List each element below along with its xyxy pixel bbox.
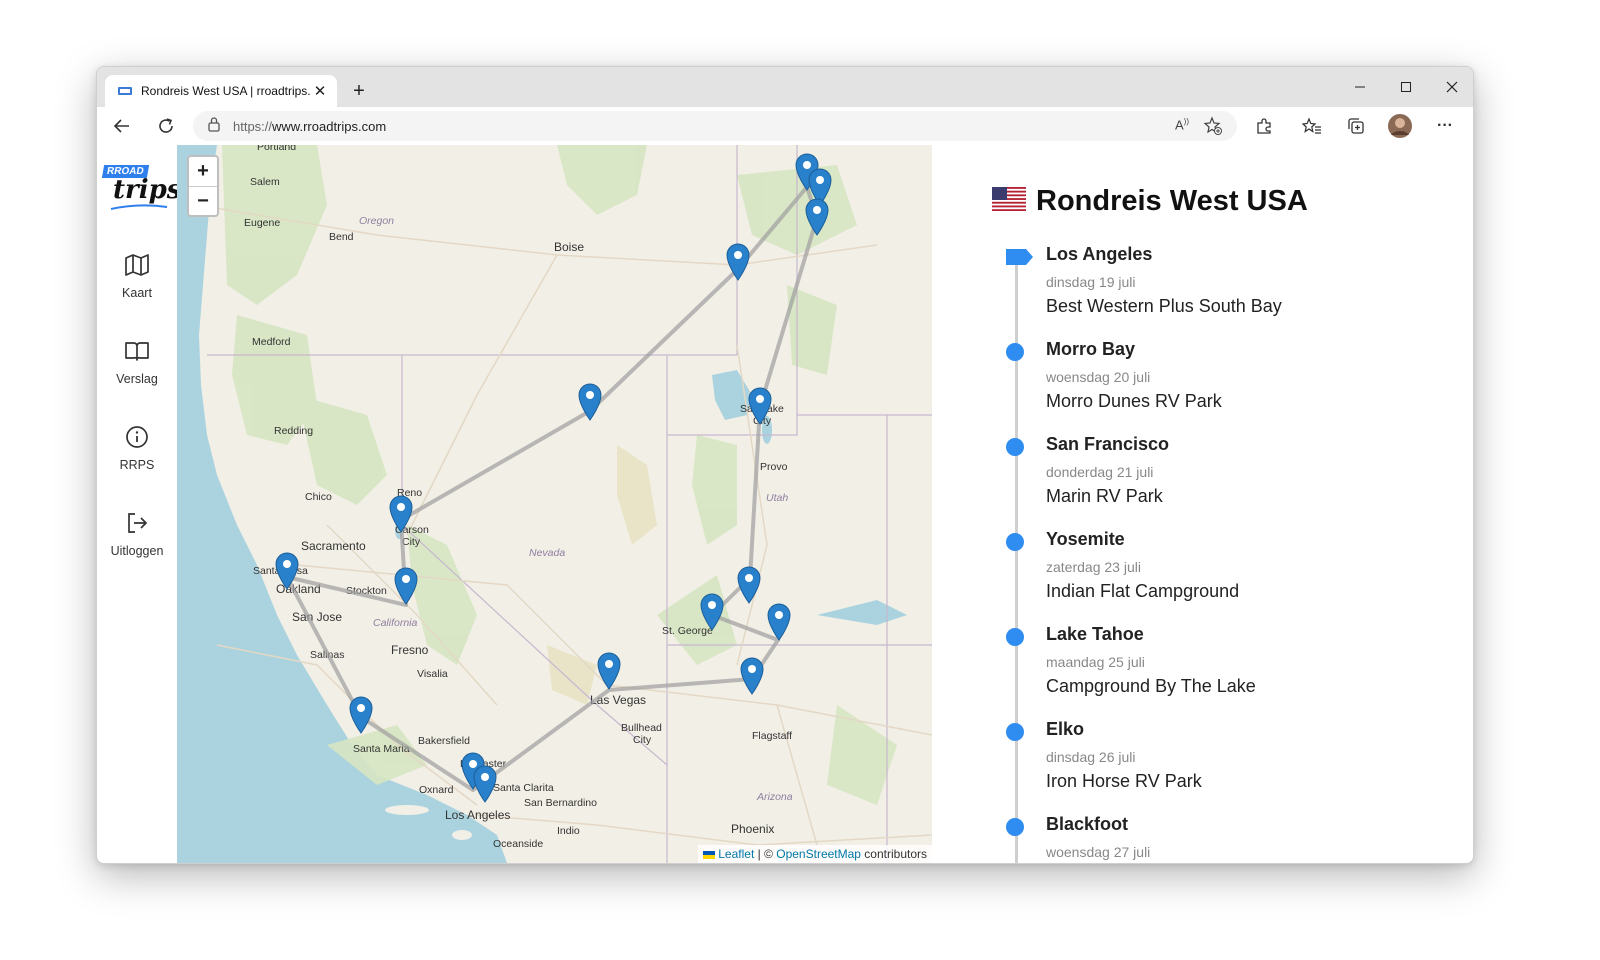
zoom-in-button[interactable]: + [189, 157, 217, 187]
stop-date: zaterdag 23 juli [1046, 559, 1141, 575]
map-marker[interactable] [805, 198, 829, 236]
add-favorite-icon[interactable] [1203, 116, 1223, 141]
reload-button[interactable] [151, 111, 181, 141]
close-tab-icon[interactable]: ✕ [311, 82, 329, 100]
map-marker[interactable] [740, 657, 764, 695]
logout-icon [125, 511, 149, 540]
sidebar-item-rrps[interactable]: RRPS [97, 425, 177, 485]
read-aloud-icon[interactable]: A)) [1175, 117, 1189, 132]
maximize-button[interactable] [1383, 67, 1429, 107]
map-marker[interactable] [389, 495, 413, 533]
stop-lodging: Campground By The Lake [1046, 676, 1256, 696]
profile-avatar[interactable] [1385, 111, 1415, 141]
map-marker[interactable] [726, 243, 750, 281]
map-marker[interactable] [578, 383, 602, 421]
map-marker[interactable] [394, 567, 418, 605]
timeline-dot [1006, 818, 1024, 836]
stop-city: Morro Bay [1046, 339, 1136, 359]
stop-lodging: Iron Horse RV Park [1046, 771, 1202, 791]
trip-title: Rondreis West USA [1036, 185, 1308, 217]
timeline-dot [1006, 438, 1024, 456]
timeline-dot [1006, 343, 1024, 361]
us-flag-icon [992, 187, 1026, 216]
leaflet-link[interactable]: Leaflet [718, 847, 754, 861]
stop-date: donderdag 21 juli [1046, 464, 1154, 480]
close-window-button[interactable] [1429, 67, 1473, 107]
openstreetmap-link[interactable]: OpenStreetMap [776, 847, 861, 861]
start-flag-icon [1006, 249, 1034, 270]
collections-icon[interactable] [1341, 111, 1371, 141]
stop-date: woensdag 27 juli [1046, 844, 1151, 860]
route-line [285, 185, 819, 792]
trip-panel: Rondreis West USA Los Angeles dinsdag 19… [932, 145, 1473, 863]
map-icon [124, 253, 150, 282]
sidebar-item-uitloggen[interactable]: Uitloggen [97, 511, 177, 571]
tab-strip: Rondreis West USA | rroadtrips.c ✕ + [97, 67, 1473, 107]
map-marker[interactable] [349, 696, 373, 734]
stop-lodging: Best Western Plus South Bay [1046, 296, 1282, 316]
sidebar-item-kaart[interactable]: Kaart [97, 253, 177, 313]
info-icon [125, 425, 149, 454]
minimize-button[interactable] [1337, 67, 1383, 107]
stop-lodging: Indian Flat Campground [1046, 581, 1240, 601]
favicon-icon [117, 83, 133, 99]
address-bar[interactable]: https://www.rroadtrips.com A)) [193, 111, 1237, 141]
stop-date: dinsdag 26 juli [1046, 749, 1136, 765]
back-button[interactable] [107, 111, 137, 141]
map-marker[interactable] [275, 552, 299, 590]
ukraine-flag-icon [702, 850, 715, 859]
stop-city: Blackfoot [1046, 814, 1129, 834]
map-marker[interactable] [473, 765, 497, 803]
sidebar-item-label: Kaart [122, 286, 152, 300]
route-map[interactable]: Portland Salem Eugene Bend Oregon Boise … [177, 145, 932, 863]
stop-date: maandag 25 juli [1046, 654, 1145, 670]
browser-tab[interactable]: Rondreis West USA | rroadtrips.c ✕ [105, 75, 337, 107]
zoom-control: + − [187, 155, 219, 217]
stop-lodging: Marin RV Park [1046, 486, 1163, 506]
timeline-dot [1006, 533, 1024, 551]
stop-city: San Francisco [1046, 434, 1170, 454]
stop-city: Elko [1046, 719, 1085, 739]
stop-lodging: Morro Dunes RV Park [1046, 391, 1222, 411]
map-marker[interactable] [748, 387, 772, 425]
map-attribution: Leaflet | © OpenStreetMap contributors [697, 845, 932, 863]
browser-window: Rondreis West USA | rroadtrips.c ✕ + htt… [96, 66, 1474, 864]
rroadtrips-logo[interactable]: RROAD trips [101, 165, 181, 213]
browser-toolbar: https://www.rroadtrips.com A)) ··· [97, 107, 1473, 146]
timeline-dot [1006, 628, 1024, 646]
favorites-icon[interactable] [1297, 111, 1327, 141]
map-marker[interactable] [700, 593, 724, 631]
sidebar-item-verslag[interactable]: Verslag [97, 339, 177, 399]
map-marker[interactable] [767, 603, 791, 641]
zoom-out-button[interactable]: − [189, 187, 217, 216]
settings-menu-icon[interactable]: ··· [1430, 111, 1460, 141]
book-icon [124, 339, 150, 368]
stop-city: Yosemite [1046, 529, 1125, 549]
url-text: https://www.rroadtrips.com [233, 118, 387, 134]
app-sidebar: RROAD trips Kaart Verslag RRPS Uitloggen [97, 145, 181, 863]
tab-title: Rondreis West USA | rroadtrips.c [141, 84, 311, 98]
stop-date: dinsdag 19 juli [1046, 274, 1136, 290]
new-tab-button[interactable]: + [345, 77, 373, 105]
sidebar-item-label: RRPS [119, 458, 155, 472]
map-marker[interactable] [737, 566, 761, 604]
sidebar-item-label: Verslag [116, 372, 158, 386]
stop-city: Lake Tahoe [1046, 624, 1144, 644]
trip-header: Rondreis West USA [992, 185, 1308, 218]
stop-date: woensdag 20 juli [1046, 369, 1151, 385]
lock-icon [207, 116, 221, 137]
sidebar-item-label: Uitloggen [110, 544, 164, 558]
map-marker[interactable] [597, 652, 621, 690]
timeline-dot [1006, 723, 1024, 741]
stop-city: Los Angeles [1046, 244, 1153, 264]
extensions-icon[interactable] [1249, 111, 1279, 141]
